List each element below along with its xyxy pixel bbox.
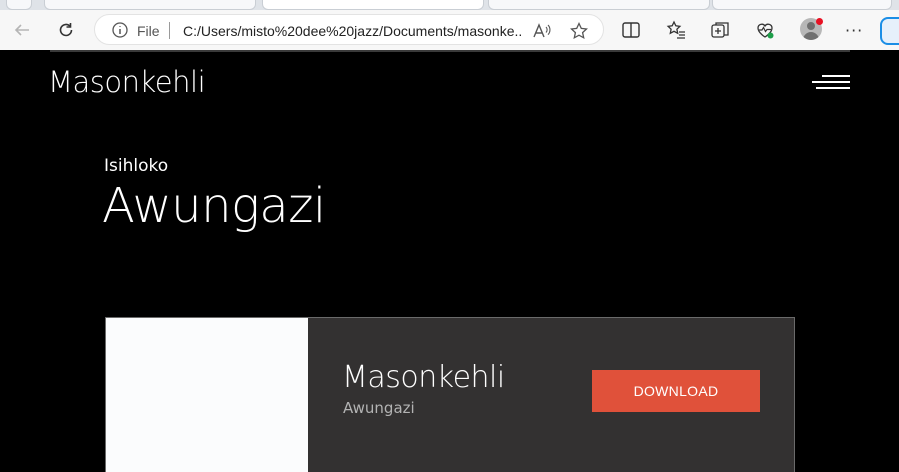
address-scheme-label: File <box>137 23 160 39</box>
browser-tab[interactable] <box>6 0 32 10</box>
browser-toolbar: File C:/Users/misto%20dee%20jazz/Documen… <box>0 10 899 50</box>
favorites-list-icon <box>666 20 685 39</box>
more-dots-icon[interactable]: ··· <box>845 21 863 40</box>
heart-pulse-icon <box>757 23 774 39</box>
site-logo[interactable]: Masonkehli <box>48 65 206 99</box>
browser-tab[interactable] <box>488 0 710 10</box>
page-kicker: Isihloko <box>104 156 169 176</box>
favorites-button[interactable] <box>665 19 687 41</box>
collections-button[interactable] <box>709 19 731 41</box>
info-icon[interactable] <box>111 21 129 39</box>
refresh-button[interactable] <box>50 14 82 46</box>
refresh-icon <box>59 23 73 37</box>
album-art <box>106 318 308 472</box>
web-page: Masonkehli Isihloko Awungazi Masonkehli … <box>0 50 899 472</box>
browser-tab[interactable] <box>44 0 256 10</box>
track-artist: Masonkehli <box>342 360 505 395</box>
browser-tab[interactable] <box>712 0 892 10</box>
address-url[interactable]: C:/Users/misto%20dee%20jazz/Documents/ma… <box>183 23 523 39</box>
notification-dot <box>816 18 823 25</box>
collections-icon <box>711 22 729 38</box>
hamburger-menu-icon[interactable] <box>812 74 850 94</box>
page-top-divider <box>50 50 850 52</box>
download-button[interactable]: DOWNLOAD <box>592 370 760 412</box>
star-icon[interactable] <box>569 21 589 41</box>
read-aloud-icon[interactable] <box>531 21 551 41</box>
back-button[interactable] <box>6 14 38 46</box>
address-separator <box>169 22 170 39</box>
track-title: Awungazi <box>343 399 415 417</box>
page-title: Awungazi <box>102 178 326 234</box>
browser-essentials-button[interactable] <box>754 19 776 41</box>
split-screen-button[interactable] <box>620 19 642 41</box>
tab-strip <box>0 0 899 10</box>
arrow-left-icon <box>14 24 29 36</box>
split-screen-icon <box>622 22 640 38</box>
address-bar[interactable]: File C:/Users/misto%20dee%20jazz/Documen… <box>94 14 604 45</box>
track-card: Masonkehli Awungazi DOWNLOAD <box>105 317 795 472</box>
browser-tab-active[interactable] <box>262 0 484 10</box>
copilot-icon[interactable] <box>880 17 899 45</box>
